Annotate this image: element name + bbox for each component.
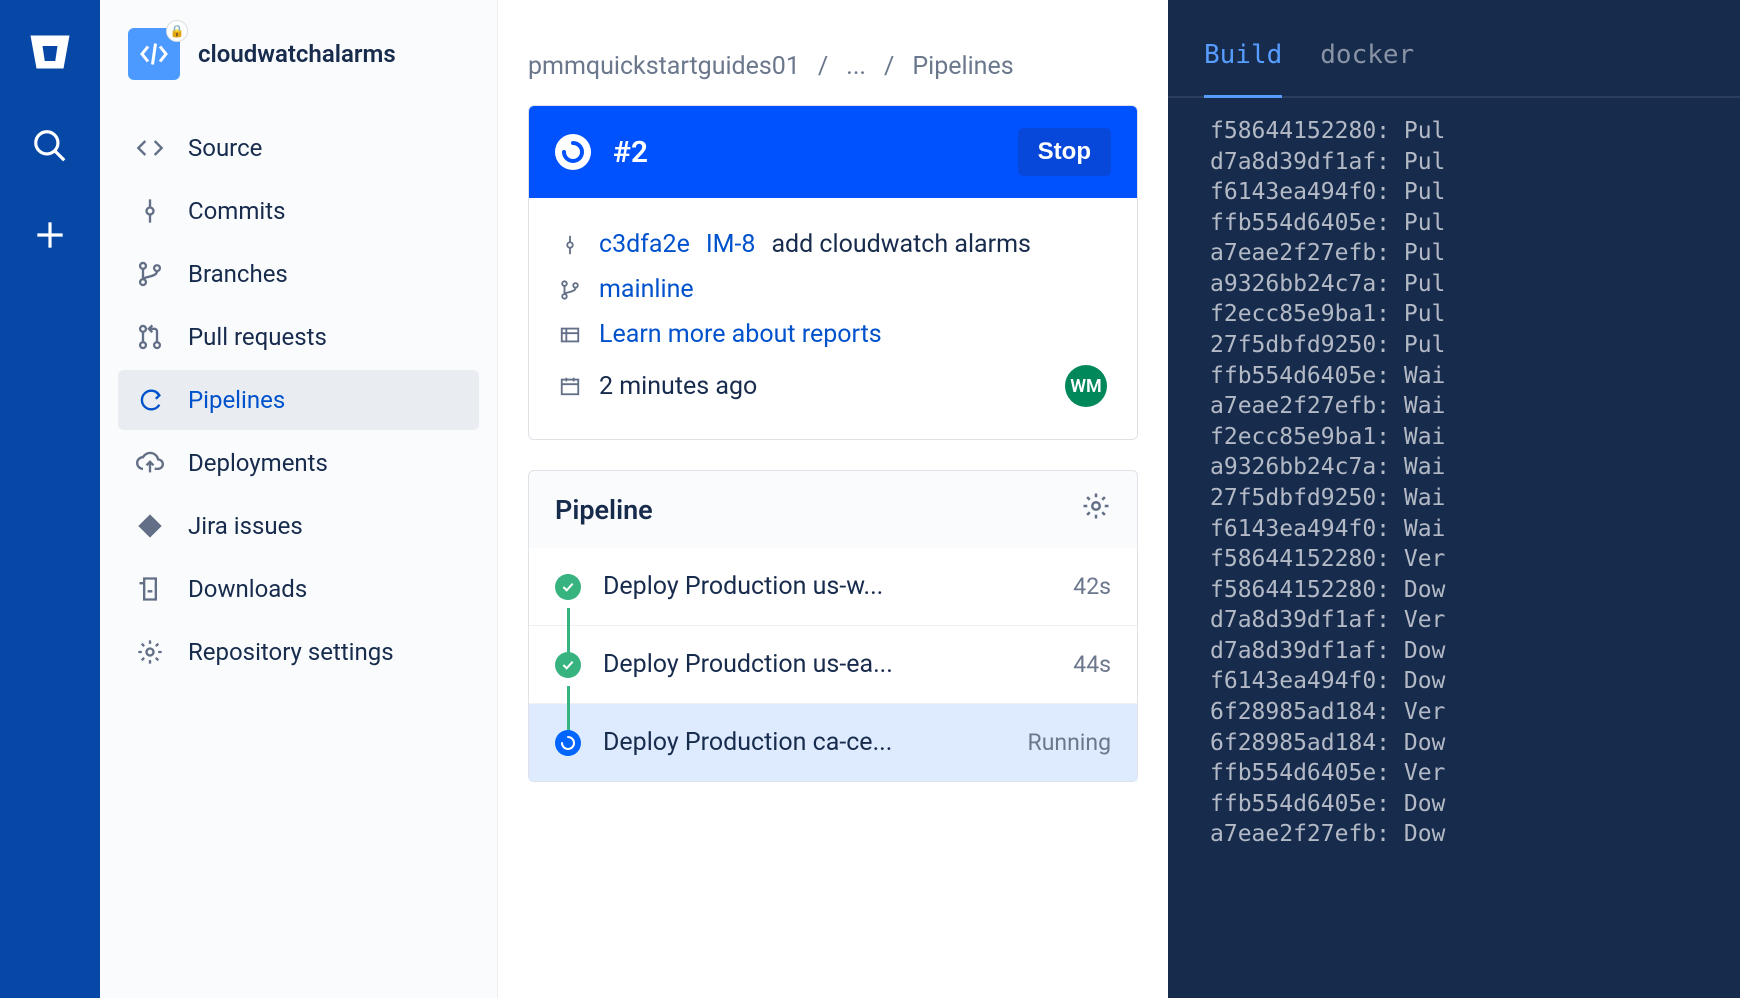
calendar-icon — [559, 375, 583, 397]
breadcrumb-page[interactable]: Pipelines — [912, 52, 1013, 81]
bitbucket-logo-icon[interactable] — [26, 28, 74, 83]
cloud-upload-icon — [136, 449, 164, 477]
sidebar-item-label: Pipelines — [188, 386, 285, 414]
search-icon[interactable] — [31, 127, 69, 172]
sidebar-item-jira-issues[interactable]: Jira issues — [118, 496, 479, 556]
sidebar-item-label: Repository settings — [188, 638, 394, 666]
step-duration: Running — [1028, 729, 1111, 756]
sidebar-item-label: Pull requests — [188, 323, 327, 351]
run-header: #2 Stop — [529, 106, 1137, 198]
sidebar-item-label: Source — [188, 134, 262, 162]
commit-icon — [559, 234, 583, 256]
stop-button[interactable]: Stop — [1018, 128, 1111, 176]
repo-header: 🔒 cloudwatchalarms — [118, 28, 479, 110]
pull-request-icon — [136, 323, 164, 351]
console-tabs: Build docker — [1168, 40, 1740, 98]
commit-hash-link[interactable]: c3dfa2e — [599, 230, 690, 259]
step-name: Deploy Production ca-ce... — [603, 728, 1006, 757]
breadcrumb: pmmquickstartguides01 / ... / Pipelines — [528, 52, 1138, 81]
main-content: pmmquickstartguides01 / ... / Pipelines … — [498, 0, 1168, 998]
reports-link[interactable]: Learn more about reports — [599, 320, 882, 349]
branch-icon — [559, 279, 583, 301]
run-card: #2 Stop c3dfa2e IM-8 add cloudwatch alar… — [528, 105, 1138, 440]
repo-avatar-icon: 🔒 — [128, 28, 180, 80]
pipeline-step[interactable]: Deploy Production us-w... 42s — [529, 548, 1137, 625]
pipelines-icon — [136, 386, 164, 414]
sidebar-item-deployments[interactable]: Deployments — [118, 433, 479, 493]
user-avatar[interactable]: WM — [1065, 365, 1107, 407]
download-icon — [136, 575, 164, 603]
sidebar-nav: Source Commits Branches Pull requests Pi… — [118, 118, 479, 682]
sidebar-item-source[interactable]: Source — [118, 118, 479, 178]
gear-icon — [136, 638, 164, 666]
lock-icon: 🔒 — [166, 20, 188, 42]
sidebar-item-downloads[interactable]: Downloads — [118, 559, 479, 619]
tab-docker[interactable]: docker — [1320, 40, 1414, 82]
step-name: Deploy Production us-w... — [603, 572, 1051, 601]
pipeline-card: Pipeline Deploy Production us-w...42sDep… — [528, 470, 1138, 782]
commit-message: add cloudwatch alarms — [771, 230, 1031, 259]
run-time: 2 minutes ago — [599, 372, 757, 401]
running-status-icon — [555, 134, 591, 170]
sidebar-item-label: Deployments — [188, 449, 328, 477]
repo-name: cloudwatchalarms — [198, 40, 396, 68]
branch-icon — [136, 260, 164, 288]
build-log-panel: Build docker f58644152280: Pul d7a8d39df… — [1168, 0, 1740, 998]
pipeline-step[interactable]: Deploy Proudction us-ea... 44s — [529, 625, 1137, 703]
step-duration: 44s — [1073, 651, 1111, 678]
gear-icon[interactable] — [1081, 491, 1111, 528]
spinner-icon — [555, 730, 581, 756]
jira-icon — [136, 512, 164, 540]
sidebar-item-label: Downloads — [188, 575, 307, 603]
step-name: Deploy Proudction us-ea... — [603, 650, 1051, 679]
sidebar-item-label: Commits — [188, 197, 285, 225]
global-rail — [0, 0, 100, 998]
sidebar-item-commits[interactable]: Commits — [118, 181, 479, 241]
commit-issue-link[interactable]: IM-8 — [706, 230, 756, 259]
code-icon — [136, 134, 164, 162]
pipeline-title: Pipeline — [555, 494, 1081, 526]
tab-build[interactable]: Build — [1204, 40, 1282, 98]
sidebar-item-label: Branches — [188, 260, 288, 288]
sidebar-item-pipelines[interactable]: Pipelines — [118, 370, 479, 430]
report-icon — [559, 324, 583, 346]
log-output[interactable]: f58644152280: Pul d7a8d39df1af: Pul f614… — [1168, 98, 1740, 850]
breadcrumb-mid[interactable]: ... — [846, 52, 866, 81]
add-icon[interactable] — [31, 216, 69, 261]
commit-icon — [136, 197, 164, 225]
check-icon — [555, 574, 581, 600]
check-icon — [555, 652, 581, 678]
sidebar-item-branches[interactable]: Branches — [118, 244, 479, 304]
pipeline-step[interactable]: Deploy Production ca-ce... Running — [529, 703, 1137, 781]
sidebar-item-pull-requests[interactable]: Pull requests — [118, 307, 479, 367]
repo-sidebar: 🔒 cloudwatchalarms Source Commits Branch… — [100, 0, 498, 998]
branch-link[interactable]: mainline — [599, 275, 694, 304]
step-duration: 42s — [1073, 573, 1111, 600]
run-number: #2 — [613, 135, 996, 170]
sidebar-item-label: Jira issues — [188, 512, 303, 540]
run-details: c3dfa2e IM-8 add cloudwatch alarms mainl… — [529, 198, 1137, 439]
breadcrumb-project[interactable]: pmmquickstartguides01 — [528, 52, 800, 81]
sidebar-item-settings[interactable]: Repository settings — [118, 622, 479, 682]
